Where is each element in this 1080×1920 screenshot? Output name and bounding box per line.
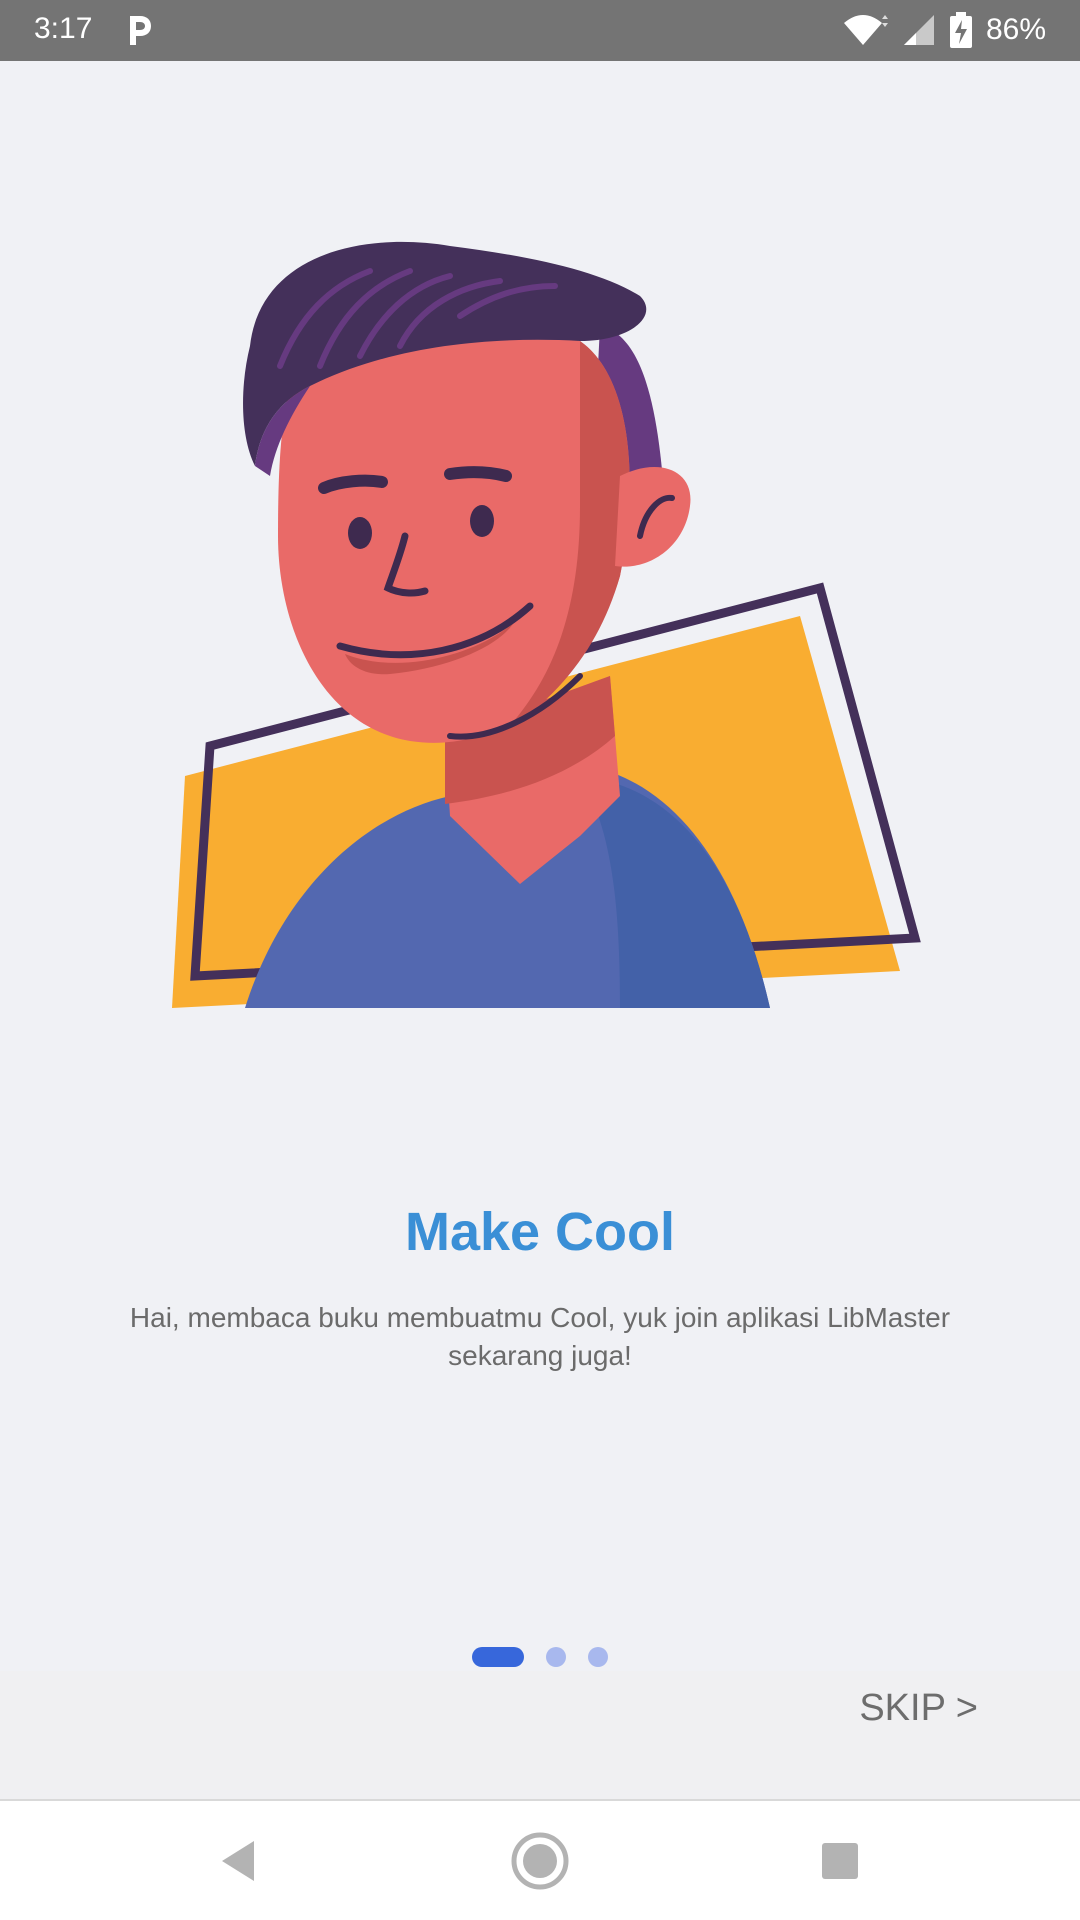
page-indicator-dot-active[interactable] [472, 1647, 524, 1667]
page-indicator-dot[interactable] [546, 1647, 566, 1667]
status-icons: 86% [842, 10, 1046, 50]
page-indicator [0, 1646, 1080, 1668]
status-bar: 3:17 86% [0, 0, 1080, 61]
navigation-bar [0, 1801, 1080, 1920]
back-button[interactable] [178, 1801, 298, 1920]
page-indicator-dot[interactable] [588, 1647, 608, 1667]
smiling-man-illustration [172, 241, 921, 1008]
status-time: 3:17 [34, 12, 93, 45]
wifi-icon [843, 15, 888, 45]
onboarding-page: Make Cool Hai, membaca buku membuatmu Co… [0, 61, 1080, 1671]
recent-apps-button[interactable] [780, 1801, 900, 1920]
back-icon [222, 1840, 254, 1881]
parking-p-icon [130, 16, 151, 45]
home-icon [511, 1832, 569, 1889]
page-description: Hai, membaca buku membuatmu Cool, yuk jo… [129, 1302, 951, 1371]
ear [615, 467, 691, 567]
skip-button[interactable]: SKIP > [859, 1678, 978, 1738]
signal-icon [903, 15, 934, 45]
recent-apps-icon [822, 1842, 858, 1879]
home-button[interactable] [480, 1801, 600, 1920]
battery-charging-icon [949, 12, 972, 48]
battery-percentage: 86% [985, 13, 1046, 46]
page-title: Make Cool [404, 1202, 676, 1262]
